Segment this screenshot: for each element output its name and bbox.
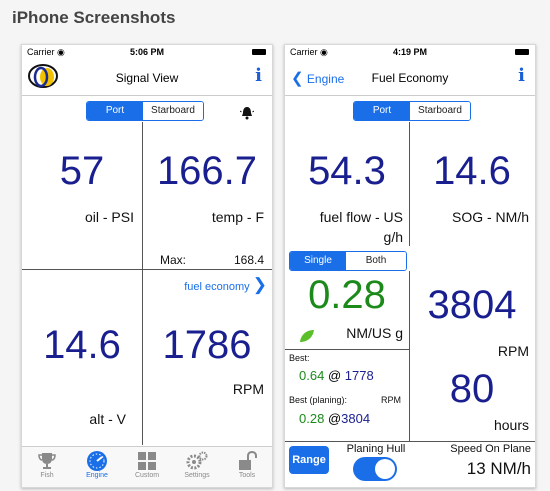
- tab-settings[interactable]: Settings: [172, 447, 222, 487]
- best-economy-value: 0.64: [299, 368, 325, 383]
- grid-divider-horizontal-bottom: [285, 441, 535, 442]
- tab-custom[interactable]: Custom: [122, 447, 172, 487]
- engine-rpm-label: RPM: [497, 343, 529, 359]
- oil-pressure-label: oil - PSI: [84, 209, 134, 225]
- fuel-economy-link-label: fuel economy: [184, 281, 250, 293]
- speed-on-plane-label: Speed On Plane: [450, 443, 531, 455]
- grid-divider-horizontal: [22, 269, 272, 270]
- best-at: @: [327, 368, 342, 383]
- segment-both[interactable]: Both: [346, 252, 406, 270]
- best-economy-row: 0.64 @ 1778: [299, 368, 374, 383]
- battery-icon: [515, 49, 529, 55]
- rpm-label: RPM: [232, 381, 264, 397]
- gears-icon: [186, 451, 208, 470]
- best-planing-rpm: 3804: [341, 411, 371, 426]
- best-planing-unit: RPM: [381, 395, 401, 405]
- grid-icon: [138, 452, 156, 470]
- range-button[interactable]: Range: [289, 446, 329, 474]
- fuel-economy-link[interactable]: fuel economy ❯: [142, 275, 267, 295]
- fuel-flow-unit: g/h: [383, 229, 403, 245]
- fuel-flow-label: fuel flow - US: [319, 209, 403, 225]
- tab-fish[interactable]: Fish: [22, 447, 72, 487]
- info-icon[interactable]: i: [255, 65, 262, 86]
- planing-hull-toggle[interactable]: [353, 457, 397, 481]
- best-rpm: 1778: [344, 368, 374, 383]
- oil-pressure-value: 57: [59, 149, 105, 193]
- tab-tools-label: Tools: [238, 472, 256, 479]
- tab-engine[interactable]: Engine: [72, 447, 122, 487]
- nav-title: Fuel Economy: [371, 71, 449, 85]
- tab-engine-label: Engine: [86, 472, 108, 479]
- phone-signal-view: Carrier ◉ 5:06 PM Signal View i Port Sta…: [21, 44, 273, 488]
- best-planing-at: @: [327, 411, 342, 426]
- status-bar: Carrier ◉ 4:19 PM: [285, 45, 535, 59]
- port-starboard-segment[interactable]: Port Starboard: [86, 101, 204, 121]
- nav-bar: ❮ Engine Fuel Economy i: [285, 59, 535, 96]
- gauge-icon: [87, 451, 107, 471]
- temperature-value: 166.7: [156, 149, 258, 193]
- info-icon[interactable]: i: [518, 65, 525, 86]
- best-planing-label: Best (planing):: [289, 395, 348, 405]
- alternator-label: alt - V: [89, 411, 126, 427]
- status-bar: Carrier ◉ 5:06 PM: [22, 45, 272, 59]
- engine-rpm-value: 3804: [427, 283, 517, 327]
- page-title: iPhone Screenshots: [12, 8, 176, 27]
- hours-value: 80: [449, 367, 495, 411]
- trophy-icon: [38, 453, 56, 469]
- battery-icon: [252, 49, 266, 55]
- status-time: 4:19 PM: [392, 47, 427, 57]
- best-planing-row: 0.28 @3804: [299, 411, 370, 426]
- planing-hull-label: Planing Hull: [346, 443, 406, 455]
- port-starboard-segment[interactable]: Port Starboard: [353, 101, 471, 121]
- tab-bar: Fish Engine Custom Settings Tools: [22, 446, 272, 487]
- best-label: Best:: [289, 353, 310, 363]
- hours-label: hours: [493, 417, 529, 433]
- nav-title: Signal View: [115, 71, 179, 85]
- chevron-right-icon: ❯: [252, 275, 267, 294]
- segment-port[interactable]: Port: [87, 102, 143, 120]
- max-value: 168.4: [233, 253, 264, 267]
- tab-fish-label: Fish: [40, 472, 54, 479]
- rpm-value: 1786: [162, 323, 252, 367]
- single-both-segment[interactable]: Single Both: [289, 251, 407, 271]
- nav-bar: Signal View i: [22, 59, 272, 96]
- segment-starboard[interactable]: Starboard: [410, 102, 470, 120]
- alarm-bell-icon[interactable]: [240, 106, 254, 120]
- segment-port[interactable]: Port: [354, 102, 410, 120]
- fuel-flow-value: 54.3: [308, 149, 386, 193]
- fuel-economy-value: 0.28: [308, 273, 386, 317]
- toggle-knob: [375, 459, 395, 479]
- tab-custom-label: Custom: [134, 472, 160, 479]
- tab-tools[interactable]: Tools: [222, 447, 272, 487]
- speed-on-plane-value: 13 NM/h: [466, 459, 531, 478]
- unlock-icon: [239, 451, 257, 470]
- sog-label: SOG - NM/h: [451, 209, 529, 225]
- phone-fuel-economy: Carrier ◉ 4:19 PM ❮ Engine Fuel Economy …: [284, 44, 536, 488]
- temperature-label: temp - F: [211, 209, 264, 225]
- segment-single[interactable]: Single: [290, 252, 346, 270]
- grid-divider-horizontal-left: [285, 349, 409, 350]
- segment-starboard[interactable]: Starboard: [143, 102, 203, 120]
- best-planing-value: 0.28: [299, 411, 325, 426]
- sog-value: 14.6: [433, 149, 511, 193]
- fuel-economy-unit: NM/US g: [346, 325, 403, 341]
- status-time: 5:06 PM: [129, 47, 164, 57]
- tab-settings-label: Settings: [184, 472, 210, 479]
- alternator-value: 14.6: [43, 323, 121, 367]
